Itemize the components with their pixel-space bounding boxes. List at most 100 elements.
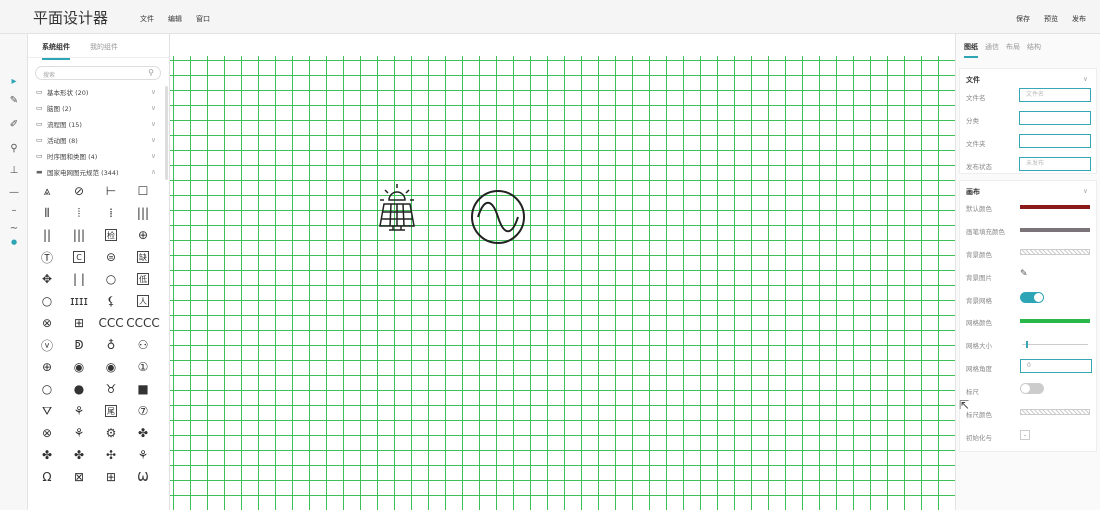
symbol-item[interactable]: ⑦: [133, 402, 153, 420]
symbol-item[interactable]: ◉: [69, 358, 89, 376]
folder-field[interactable]: [1019, 134, 1091, 148]
tab-system-components[interactable]: 系统组件: [42, 42, 70, 60]
symbol-item[interactable]: Ω: [37, 468, 57, 486]
pen-fill-color-swatch[interactable]: [1020, 228, 1090, 232]
ruler-color-swatch[interactable]: [1020, 409, 1090, 415]
symbol-item[interactable]: Ⓣ: [37, 248, 57, 266]
symbol-item[interactable]: ⚘: [69, 424, 89, 442]
category-mindmap[interactable]: ▭ 脑图 (2) ∨: [36, 101, 156, 115]
tab-structure[interactable]: 结构: [1027, 42, 1041, 52]
menu-edit[interactable]: 编辑: [168, 14, 182, 24]
edit-icon[interactable]: ✎: [1020, 269, 1028, 279]
symbol-item[interactable]: ■: [133, 380, 153, 398]
tab-drawing[interactable]: 图纸: [964, 42, 978, 52]
menu-window[interactable]: 窗口: [196, 14, 210, 24]
category-activity[interactable]: ▭ 活动图 (8) ∨: [36, 133, 156, 147]
symbol-item[interactable]: ◉: [101, 358, 121, 376]
symbol-item[interactable]: ⊕: [37, 358, 57, 376]
symbol-item[interactable]: ||: [37, 226, 57, 244]
line-icon[interactable]: —: [0, 184, 28, 200]
bg-grid-toggle[interactable]: [1020, 292, 1044, 303]
chevron-down-icon[interactable]: ∨: [1083, 75, 1088, 83]
symbol-item[interactable]: ○: [101, 270, 121, 288]
category-sequence-class[interactable]: ▭ 时序图和类图 (4) ∨: [36, 149, 156, 163]
symbol-item[interactable]: ⩓: [37, 182, 57, 200]
menu-file[interactable]: 文件: [140, 14, 154, 24]
symbol-item[interactable]: ⊗: [37, 424, 57, 442]
filename-field[interactable]: 文件名: [1019, 88, 1091, 102]
symbol-item[interactable]: 人: [137, 295, 149, 307]
ruler-toggle[interactable]: [1020, 383, 1044, 394]
symbol-item[interactable]: ⚸: [101, 292, 121, 310]
solar-panel-icon[interactable]: [376, 182, 418, 234]
grid-angle-field[interactable]: 0: [1020, 359, 1092, 373]
symbol-item[interactable]: ⊞: [101, 468, 121, 486]
publish-button[interactable]: 发布: [1072, 14, 1086, 24]
symbol-item[interactable]: 缺: [137, 251, 149, 263]
symbol-item[interactable]: |||: [133, 204, 153, 222]
grid-size-slider[interactable]: [1022, 341, 1088, 348]
dot-icon[interactable]: ●: [0, 234, 28, 250]
minus-icon[interactable]: –: [0, 202, 28, 218]
publish-status-field[interactable]: 未发布: [1019, 157, 1091, 171]
drawing-canvas[interactable]: [170, 56, 955, 510]
symbol-item[interactable]: ♁: [101, 336, 121, 354]
symbol-item[interactable]: 检: [105, 229, 117, 241]
preview-button[interactable]: 预览: [1044, 14, 1058, 24]
default-color-swatch[interactable]: [1020, 205, 1090, 209]
search-input[interactable]: 搜索 ⚲: [35, 66, 161, 80]
symbol-item[interactable]: ☐: [133, 182, 153, 200]
symbol-item[interactable]: ⓥ: [37, 336, 57, 354]
tab-communication[interactable]: 通信: [985, 42, 999, 52]
symbol-item[interactable]: ✥: [37, 270, 57, 288]
category-state-grid[interactable]: ▬ 国家电网图元规范 (344) ∧: [36, 165, 156, 179]
symbol-item[interactable]: ⊢: [101, 182, 121, 200]
symbol-item[interactable]: ○: [37, 380, 57, 398]
symbol-item[interactable]: ✤: [37, 446, 57, 464]
save-button[interactable]: 保存: [1016, 14, 1030, 24]
tab-my-components[interactable]: 我的组件: [90, 42, 118, 52]
symbol-item[interactable]: ⅭⅭⅭ: [98, 314, 123, 332]
symbol-item[interactable]: ①: [133, 358, 153, 376]
symbol-item[interactable]: ○: [37, 292, 57, 310]
library-scrollbar[interactable]: [165, 86, 168, 180]
symbol-item[interactable]: ⚙: [101, 424, 121, 442]
symbol-item[interactable]: ⊞: [69, 314, 89, 332]
symbol-item[interactable]: Ѡ: [133, 468, 153, 486]
symbol-item[interactable]: ⦀: [37, 204, 57, 222]
bg-color-swatch[interactable]: [1020, 249, 1090, 255]
symbol-item[interactable]: ♉: [101, 380, 121, 398]
symbol-item[interactable]: ⊠: [69, 468, 89, 486]
symbol-item[interactable]: ⚘: [69, 402, 89, 420]
tab-layout[interactable]: 布局: [1006, 42, 1020, 52]
symbol-item[interactable]: C: [73, 251, 85, 263]
symbol-item[interactable]: | |: [69, 270, 89, 288]
symbol-item[interactable]: 尾: [105, 405, 117, 417]
symbol-item[interactable]: ⊕: [133, 226, 153, 244]
category-flowchart[interactable]: ▭ 流程图 (15) ∨: [36, 117, 156, 131]
symbol-item[interactable]: ⊗: [37, 314, 57, 332]
zoom-icon[interactable]: ⚲: [0, 140, 28, 156]
pen-icon[interactable]: ✎: [0, 92, 28, 108]
symbol-item[interactable]: ✤: [133, 424, 153, 442]
grid-color-swatch[interactable]: [1020, 319, 1090, 323]
symbol-item[interactable]: ●: [69, 380, 89, 398]
slider-thumb[interactable]: [1026, 341, 1028, 348]
symbol-item[interactable]: ⦙: [69, 204, 89, 222]
pencil-icon[interactable]: ✐: [0, 116, 28, 132]
symbol-item[interactable]: ✣: [101, 446, 121, 464]
symbol-item[interactable]: ✤: [69, 446, 89, 464]
init-button[interactable]: -: [1020, 430, 1030, 440]
category-field[interactable]: [1019, 111, 1091, 125]
symbol-item[interactable]: ɪɪɪɪ: [69, 292, 89, 310]
symbol-item[interactable]: ⚇: [133, 336, 153, 354]
symbol-item[interactable]: ↁ: [69, 336, 89, 354]
category-basic-shapes[interactable]: ▭ 基本形状 (20) ∨: [36, 85, 156, 99]
symbol-item[interactable]: ⁞: [101, 204, 121, 222]
symbol-item[interactable]: |||: [69, 226, 89, 244]
symbol-item[interactable]: ⛛: [37, 402, 57, 420]
chevron-down-icon[interactable]: ∨: [1083, 187, 1088, 195]
symbol-item[interactable]: ⚘: [133, 446, 153, 464]
symbol-item[interactable]: ⅭⅭⅭⅭ: [126, 314, 160, 332]
symbol-item[interactable]: ⊘: [69, 182, 89, 200]
